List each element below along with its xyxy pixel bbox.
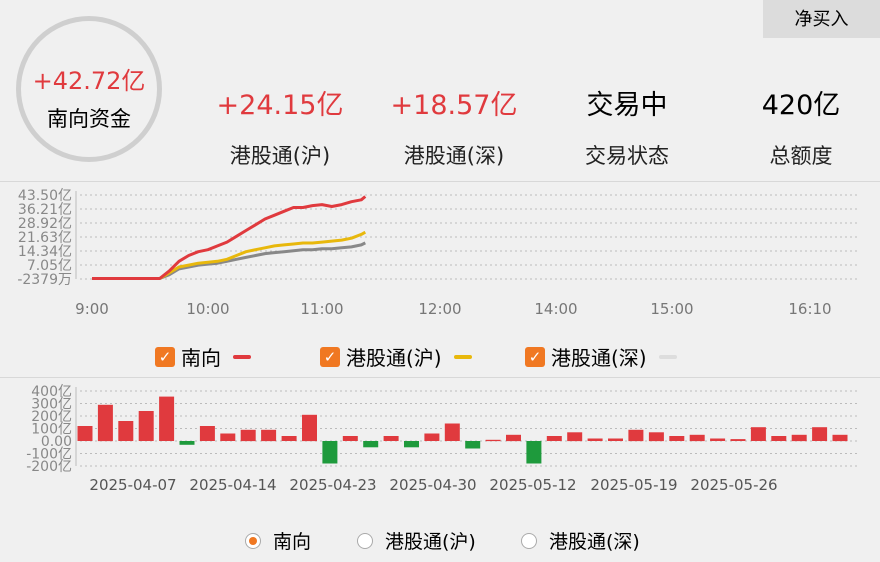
- stat-sh-value: +24.15亿: [216, 90, 344, 121]
- bar: [404, 441, 419, 448]
- series-line-sz: [92, 241, 366, 280]
- stat-total-quota-value: 420亿: [761, 90, 841, 121]
- x-tick-label: 2025-04-07: [89, 476, 176, 494]
- bar: [261, 429, 277, 442]
- intraday-line-chart: 43.50亿36.21亿28.92亿21.63亿14.34亿7.05亿-2379…: [17, 188, 860, 318]
- bar: [465, 441, 481, 449]
- stat-trade-status-label: 交易状态: [585, 144, 669, 168]
- radio-label-south: 南向: [273, 531, 312, 553]
- bar: [199, 426, 215, 441]
- bar: [342, 436, 358, 441]
- stat-total-quota-label: 总额度: [769, 144, 833, 168]
- bar: [363, 441, 379, 448]
- bar: [444, 423, 460, 441]
- radio-dot-south[interactable]: [245, 532, 261, 549]
- bar: [587, 438, 603, 441]
- series-line-south: [92, 195, 367, 280]
- check-icon[interactable]: ✓: [320, 346, 340, 367]
- radio-sz[interactable]: 港股通(深): [521, 527, 640, 554]
- bar: [608, 438, 623, 441]
- bar: [812, 427, 828, 441]
- bar: [240, 429, 256, 442]
- southbound-total-value: +42.72亿: [32, 67, 146, 95]
- stat-sh-label: 港股通(沪): [229, 144, 331, 168]
- stat-sh: +24.15亿 港股通(沪): [205, 83, 355, 170]
- bar: [77, 426, 93, 441]
- bar: [689, 434, 705, 442]
- stat-trade-status: 交易中 交易状态: [552, 83, 702, 170]
- check-icon[interactable]: ✓: [525, 346, 545, 367]
- bar: [710, 438, 726, 441]
- radio-dot-sz[interactable]: [521, 532, 537, 549]
- net-buy-button[interactable]: 净买入: [763, 0, 880, 38]
- summary-panel: +42.72亿 南向资金 +24.15亿 港股通(沪) +18.57亿 港股通(…: [0, 0, 880, 181]
- legend-item-south[interactable]: ✓ 南向: [155, 342, 251, 371]
- legend-label-sh: 港股通(沪): [346, 346, 442, 370]
- bar: [832, 434, 848, 442]
- legend-item-sh[interactable]: ✓ 港股通(沪): [320, 342, 472, 371]
- bar: [220, 433, 236, 441]
- bar: [771, 436, 787, 441]
- bar: [281, 436, 297, 441]
- radio-label-sh: 港股通(沪): [385, 531, 476, 553]
- x-tick-label: 14:00: [534, 300, 577, 318]
- bar: [118, 421, 134, 441]
- bar: [669, 436, 685, 441]
- x-tick-label: 2025-05-26: [690, 476, 777, 494]
- radio-sh[interactable]: 港股通(沪): [357, 527, 476, 554]
- bar: [546, 436, 562, 441]
- x-tick-label: 2025-04-23: [289, 476, 376, 494]
- series-line-sh: [92, 230, 367, 280]
- legend-swatch-south: [233, 354, 251, 359]
- bar: [791, 434, 807, 442]
- legend-swatch-sh: [453, 354, 472, 359]
- bar: [97, 404, 113, 442]
- x-tick-label: 15:00: [650, 300, 693, 318]
- bar: [730, 439, 746, 441]
- x-tick-label: 12:00: [418, 300, 461, 318]
- stat-sz: +18.57亿 港股通(深): [379, 83, 529, 170]
- bar: [138, 411, 154, 441]
- x-tick-label: 2025-04-30: [389, 476, 476, 494]
- daily-bar-chart: 400亿300亿200亿100亿0.00-100亿-200亿2025-04-07…: [26, 384, 860, 494]
- x-tick-label: 10:00: [186, 300, 229, 318]
- radio-label-sz: 港股通(深): [549, 531, 640, 553]
- y-tick-label: -200亿: [26, 459, 72, 475]
- radio-south[interactable]: 南向: [245, 527, 311, 554]
- bar: [159, 396, 175, 441]
- bar: [750, 427, 766, 441]
- x-tick-label: 2025-05-12: [489, 476, 576, 494]
- bar: [628, 429, 644, 442]
- bar: [424, 433, 440, 441]
- bar: [526, 441, 542, 464]
- bar: [383, 436, 399, 441]
- stat-sz-label: 港股通(深): [403, 144, 505, 168]
- legend-swatch-sz: [658, 354, 677, 359]
- bar: [485, 439, 501, 442]
- southbound-total-label: 南向资金: [47, 107, 131, 131]
- bar: [322, 441, 338, 464]
- stat-sz-value: +18.57亿: [390, 90, 518, 121]
- y-tick-label: -2379万: [17, 272, 72, 288]
- bar: [648, 432, 664, 442]
- x-tick-label: 2025-05-19: [590, 476, 677, 494]
- x-tick-label: 11:00: [300, 300, 343, 318]
- bar: [506, 434, 521, 442]
- legend-label-south: 南向: [181, 346, 221, 370]
- x-tick-label: 16:10: [788, 300, 831, 318]
- x-tick-label: 2025-04-14: [189, 476, 276, 494]
- check-icon[interactable]: ✓: [155, 346, 175, 367]
- radio-dot-sh[interactable]: [357, 532, 373, 549]
- stat-trade-status-value: 交易中: [586, 90, 668, 121]
- bar: [302, 414, 317, 442]
- southbound-total-circle: +42.72亿 南向资金: [16, 16, 162, 162]
- legend-label-sz: 港股通(深): [551, 346, 647, 370]
- bar: [567, 432, 583, 442]
- bar: [179, 441, 195, 445]
- legend-item-sz[interactable]: ✓ 港股通(深): [525, 342, 677, 371]
- stat-total-quota: 420亿 总额度: [726, 83, 876, 170]
- x-tick-label: 9:00: [75, 300, 109, 318]
